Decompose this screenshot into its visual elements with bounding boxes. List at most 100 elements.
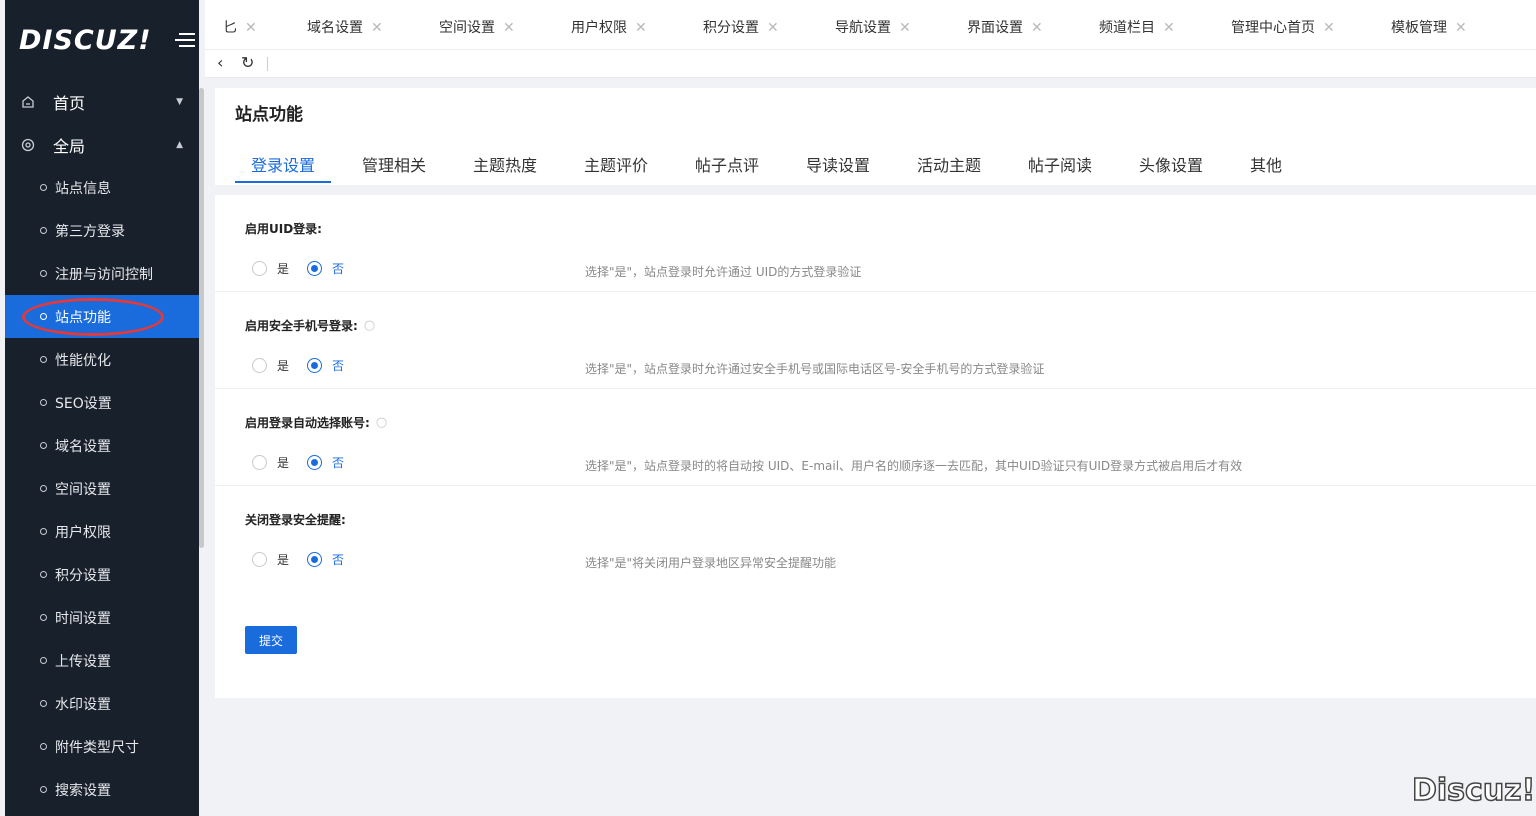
radio-no[interactable]: 否	[307, 260, 344, 277]
radio-no[interactable]: 否	[307, 357, 344, 374]
sidebar-item-label: 站点信息	[55, 180, 111, 197]
tab-post-reading[interactable]: 帖子阅读	[1028, 152, 1092, 176]
sidebar-item-space[interactable]: 空间设置	[5, 467, 199, 510]
tab-label: 界面设置	[967, 20, 1023, 36]
sidebar-item-site-info[interactable]: 站点信息	[5, 166, 199, 209]
radio-circle[interactable]	[252, 552, 267, 567]
sidebar-item-attachment-types[interactable]: 附件类型尺寸	[5, 725, 199, 768]
help-search-icon[interactable]: ○	[364, 318, 375, 333]
sidebar-item-label: 注册与访问控制	[55, 266, 153, 283]
radio-circle[interactable]	[252, 261, 267, 276]
bullet-icon	[40, 657, 47, 664]
radio-yes[interactable]: 是	[252, 551, 289, 568]
radio-label: 否	[332, 262, 345, 276]
tab-topic-heat[interactable]: 主题热度	[473, 152, 537, 176]
close-icon[interactable]: ✕	[1323, 20, 1335, 36]
tab-item[interactable]: 用户权限 ✕	[571, 17, 647, 37]
radio-no[interactable]: 否	[307, 454, 344, 471]
tab-label: 匕	[223, 20, 237, 36]
setting-label-text: 启用UID登录:	[245, 222, 322, 236]
bullet-icon	[40, 571, 47, 578]
menu-toggle-icon[interactable]	[175, 30, 195, 50]
sidebar-item-label: SEO设置	[55, 395, 112, 412]
sidebar-item-third-party-login[interactable]: 第三方登录	[5, 209, 199, 252]
radio-circle[interactable]	[307, 358, 322, 373]
tab-item[interactable]: 频道栏目 ✕	[1099, 17, 1175, 37]
settings-form: 启用UID登录: 是 否 选择"是"，站点登录时允许通过 UID的方式登录验证 …	[215, 195, 1536, 698]
tab-management[interactable]: 管理相关	[362, 152, 426, 176]
tab-label: 频道栏目	[1099, 20, 1155, 36]
tab-item[interactable]: 界面设置 ✕	[967, 17, 1043, 37]
tab-other[interactable]: 其他	[1250, 152, 1282, 176]
setting-label-text: 启用登录自动选择账号:	[245, 416, 370, 430]
sidebar-scrollbar[interactable]	[199, 88, 204, 548]
sidebar-item-home[interactable]: 首页 ▼	[5, 80, 199, 123]
close-icon[interactable]: ✕	[635, 20, 647, 36]
back-icon[interactable]: ‹	[217, 53, 223, 72]
radio-label: 是	[277, 262, 290, 276]
logo[interactable]: DISCUZ!	[5, 0, 199, 80]
radio-circle[interactable]	[252, 358, 267, 373]
close-icon[interactable]: ✕	[1031, 20, 1043, 36]
sidebar-item-site-features[interactable]: 站点功能	[5, 295, 199, 338]
help-search-icon[interactable]: ○	[376, 415, 387, 430]
page-header: 站点功能 登录设置 管理相关 主题热度 主题评价 帖子点评 导读设置 活动主题 …	[215, 88, 1536, 185]
sidebar-item-register-access[interactable]: 注册与访问控制	[5, 252, 199, 295]
sidebar-item-time[interactable]: 时间设置	[5, 596, 199, 639]
refresh-icon[interactable]: ↻	[241, 53, 254, 72]
sidebar-item-global[interactable]: 全局 ▲	[5, 123, 199, 166]
close-icon[interactable]: ✕	[245, 20, 257, 36]
radio-no[interactable]: 否	[307, 551, 344, 568]
sidebar-item-label: 第三方登录	[55, 223, 125, 240]
tab-login-settings[interactable]: 登录设置	[251, 152, 315, 176]
sidebar-item-domain[interactable]: 域名设置	[5, 424, 199, 467]
setting-label-text: 启用安全手机号登录:	[245, 319, 358, 333]
tab-item[interactable]: 模板管理 ✕	[1391, 17, 1467, 37]
annotation-circle	[22, 298, 164, 336]
radio-yes[interactable]: 是	[252, 260, 289, 277]
tab-item[interactable]: 域名设置 ✕	[307, 17, 383, 37]
tab-avatar-settings[interactable]: 头像设置	[1139, 152, 1203, 176]
bullet-icon	[40, 270, 47, 277]
radio-label: 是	[277, 553, 290, 567]
close-icon[interactable]: ✕	[371, 20, 383, 36]
sidebar-item-search[interactable]: 搜索设置	[5, 768, 199, 811]
radio-circle[interactable]	[307, 552, 322, 567]
sidebar-item-permissions[interactable]: 用户权限	[5, 510, 199, 553]
bullet-icon	[40, 786, 47, 793]
toolbar: ‹ ↻	[205, 50, 1536, 78]
tab-topic-rating[interactable]: 主题评价	[584, 152, 648, 176]
tab-item[interactable]: 导航设置 ✕	[835, 17, 911, 37]
sidebar-item-label: 用户权限	[55, 524, 111, 541]
setting-tip: 选择"是"，站点登录时允许通过 UID的方式登录验证	[585, 265, 862, 279]
tab-label: 导航设置	[835, 20, 891, 36]
tab-item[interactable]: 匕 ✕	[223, 17, 257, 37]
close-icon[interactable]: ✕	[899, 20, 911, 36]
tab-post-comment[interactable]: 帖子点评	[695, 152, 759, 176]
close-icon[interactable]: ✕	[1455, 20, 1467, 36]
tab-item[interactable]: 空间设置 ✕	[439, 17, 515, 37]
close-icon[interactable]: ✕	[1163, 20, 1175, 36]
tab-activity-topic[interactable]: 活动主题	[917, 152, 981, 176]
sidebar-item-label: 首页	[53, 93, 86, 113]
close-icon[interactable]: ✕	[767, 20, 779, 36]
close-icon[interactable]: ✕	[503, 20, 515, 36]
tab-label: 域名设置	[307, 20, 363, 36]
submit-button[interactable]: 提交	[245, 626, 297, 654]
sidebar-item-credits[interactable]: 积分设置	[5, 553, 199, 596]
tab-item[interactable]: 积分设置 ✕	[703, 17, 779, 37]
tab-label: 积分设置	[703, 20, 759, 36]
radio-yes[interactable]: 是	[252, 454, 289, 471]
sidebar-item-performance[interactable]: 性能优化	[5, 338, 199, 381]
tab-guide-settings[interactable]: 导读设置	[806, 152, 870, 176]
sidebar-item-seo[interactable]: SEO设置	[5, 381, 199, 424]
radio-circle[interactable]	[307, 261, 322, 276]
sidebar-item-upload[interactable]: 上传设置	[5, 639, 199, 682]
radio-yes[interactable]: 是	[252, 357, 289, 374]
sidebar-item-watermark[interactable]: 水印设置	[5, 682, 199, 725]
bullet-icon	[40, 485, 47, 492]
radio-circle[interactable]	[252, 455, 267, 470]
gear-icon	[21, 138, 35, 151]
tab-item[interactable]: 管理中心首页 ✕	[1231, 17, 1335, 37]
radio-circle[interactable]	[307, 455, 322, 470]
